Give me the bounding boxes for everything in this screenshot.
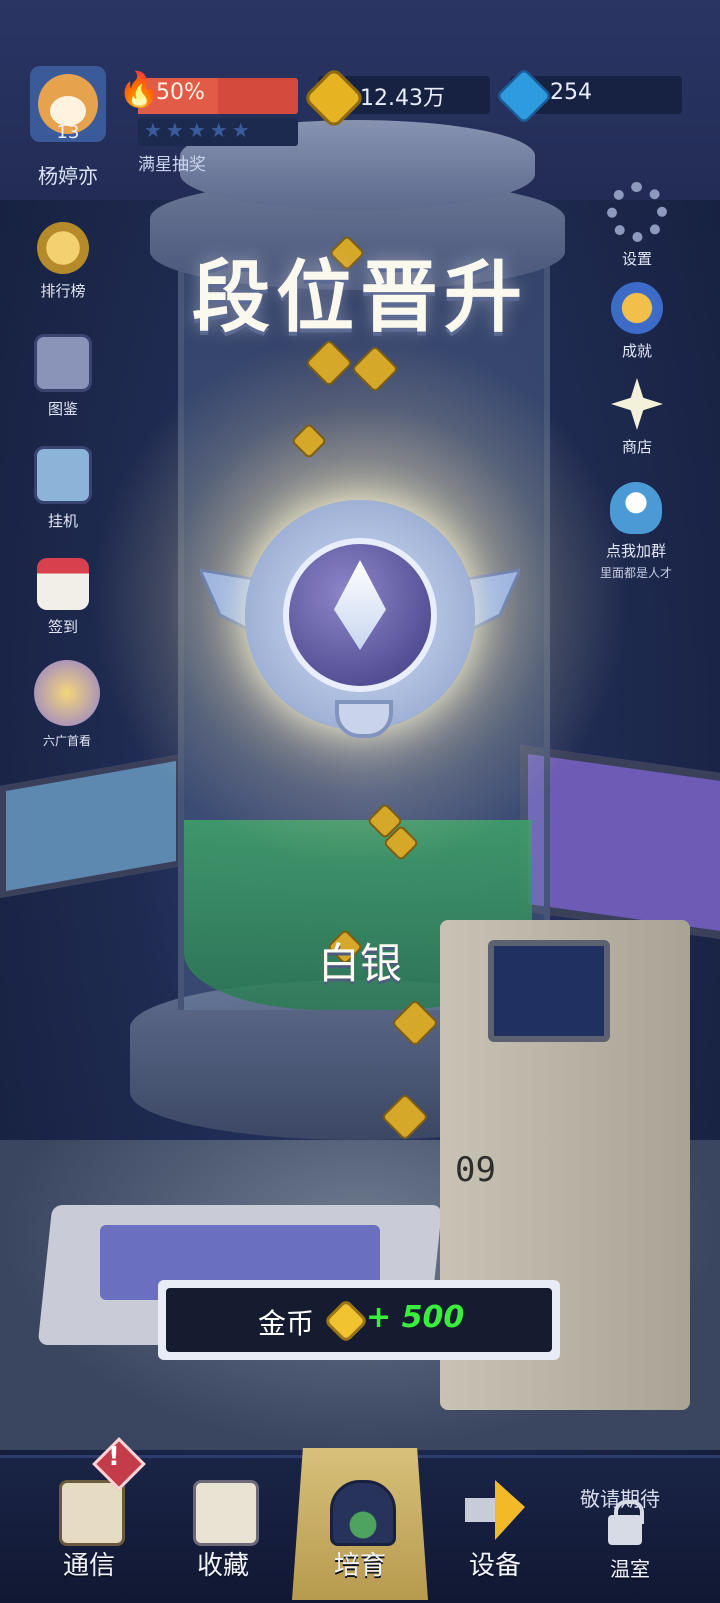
machine-number: 09: [455, 1150, 496, 1190]
nav-equipment-label: 设备: [468, 1551, 521, 1581]
reward-label: 金币: [258, 1307, 315, 1340]
menu-checkin-label: 签到: [47, 618, 78, 636]
menu-video-ad-label: 六广首看: [42, 734, 91, 748]
nav-greenhouse-label: 温室: [610, 1557, 650, 1581]
gear-icon: [607, 182, 667, 242]
coin-amount: 12.43万: [360, 86, 445, 111]
menu-collection-label: 图鉴: [47, 400, 78, 418]
upgrade-arrow-icon: [465, 1480, 525, 1540]
nav-messages[interactable]: 通信: [24, 1470, 154, 1590]
menu-shop-label: 商店: [621, 438, 652, 456]
rank-name: 白银: [317, 939, 402, 988]
plant-jar-icon: [330, 1480, 396, 1546]
nav-collection[interactable]: 收藏: [158, 1470, 288, 1590]
gem-amount: 254: [550, 80, 592, 105]
video-ad-icon: [34, 660, 100, 726]
nav-breeding[interactable]: 培育: [295, 1470, 425, 1590]
player-name: 杨婷亦: [38, 164, 98, 188]
menu-idle-label: 挂机: [47, 512, 78, 530]
calendar-icon: [37, 558, 89, 610]
menu-idle[interactable]: 挂机: [18, 446, 108, 531]
fire-progress-text: 50%: [156, 80, 205, 105]
menu-join-group-sub: 里面都是人才: [599, 566, 672, 580]
alert-icon: !: [108, 1442, 120, 1472]
robot-icon: [34, 446, 92, 504]
nav-breeding-label: 培育: [333, 1551, 386, 1581]
box-icon: [193, 1480, 259, 1546]
player-level: 13: [56, 122, 80, 143]
menu-video-ad[interactable]: 六广首看: [22, 660, 112, 749]
promotion-title: 段位晋升: [191, 252, 528, 343]
shop-icon: [611, 378, 663, 430]
clipboard-icon: [59, 1480, 125, 1546]
penguin-icon: [610, 482, 662, 534]
star-progress-row[interactable]: ★★★★★: [138, 118, 298, 146]
nav-messages-label: 通信: [62, 1551, 115, 1581]
nav-collection-label: 收藏: [196, 1551, 249, 1581]
reward-amount: + 500: [366, 1300, 465, 1335]
flame-icon: 🔥: [118, 70, 161, 110]
menu-join-group-label: 点我加群: [605, 542, 666, 560]
lock-icon: [608, 1515, 642, 1545]
menu-shop[interactable]: 商店: [592, 378, 682, 457]
star-lottery-label[interactable]: 满星抽奖: [138, 150, 206, 175]
menu-join-group[interactable]: 点我加群 里面都是人才: [586, 482, 686, 581]
menu-checkin[interactable]: 签到: [18, 558, 108, 637]
nav-equipment[interactable]: 设备: [430, 1470, 560, 1590]
